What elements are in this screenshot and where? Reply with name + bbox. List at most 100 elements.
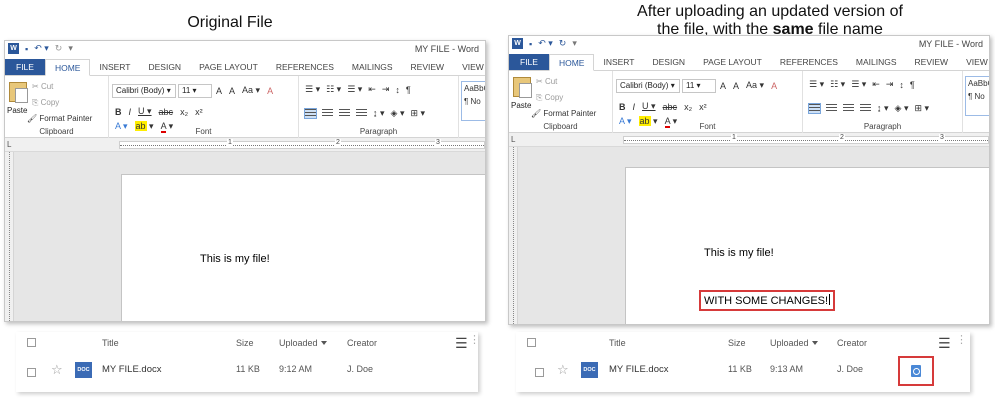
redo-icon[interactable]: ↻ (55, 43, 63, 54)
tab-references[interactable]: REFERENCES (267, 59, 343, 75)
shading-icon[interactable]: ◈ ▾ (895, 103, 909, 114)
clear-format-icon[interactable]: A (771, 81, 777, 91)
file-row[interactable]: ☆ DOC MY FILE.docx 11 KB 9:12 AM J. Doe (16, 360, 478, 384)
increase-indent-icon[interactable]: ⇥ (886, 79, 894, 90)
file-name-link[interactable]: MY FILE.docx (609, 364, 669, 375)
tab-file[interactable]: FILE (5, 59, 45, 75)
shrink-font-icon[interactable]: A (229, 86, 235, 96)
show-formatting-icon[interactable]: ¶ (406, 85, 411, 95)
tab-page-layout[interactable]: PAGE LAYOUT (190, 59, 267, 75)
tab-references[interactable]: REFERENCES (771, 54, 847, 70)
paste-button[interactable]: Paste (7, 106, 27, 115)
strikethrough-icon[interactable]: abc (159, 107, 174, 117)
align-center-icon[interactable] (322, 109, 333, 118)
select-all-checkbox[interactable] (527, 338, 536, 347)
new-version-icon[interactable] (911, 365, 921, 377)
align-right-icon[interactable] (339, 109, 350, 118)
shading-icon[interactable]: ◈ ▾ (391, 108, 405, 119)
list-view-menu-icon[interactable]: ☰ (938, 335, 951, 352)
document-text[interactable]: This is my file! (704, 247, 774, 259)
column-uploaded[interactable]: Uploaded (279, 338, 327, 348)
save-icon[interactable]: ▪ (529, 39, 532, 49)
document-page[interactable]: This is my file! (121, 174, 485, 321)
underline-icon[interactable]: U ▾ (642, 101, 656, 112)
tab-mailings[interactable]: MAILINGS (343, 59, 402, 75)
grow-font-icon[interactable]: A (720, 81, 726, 91)
font-name-select[interactable]: Calibri (Body) ▾ (112, 84, 176, 98)
numbering-icon[interactable]: ☷ ▾ (830, 79, 845, 90)
borders-icon[interactable]: ⊞ ▾ (410, 108, 425, 119)
line-spacing-icon[interactable]: ↨ ▾ (373, 108, 385, 119)
tab-design[interactable]: DESIGN (643, 54, 694, 70)
undo-icon[interactable]: ↶ ▾ (538, 38, 553, 49)
more-options-icon[interactable]: ⋮ (469, 335, 480, 346)
increase-indent-icon[interactable]: ⇥ (382, 84, 390, 95)
bullets-icon[interactable]: ☰ ▾ (809, 79, 824, 90)
paste-icon[interactable] (513, 77, 532, 98)
redo-icon[interactable]: ↻ (559, 38, 567, 49)
tab-view[interactable]: VIEW (453, 59, 485, 75)
multilevel-list-icon[interactable]: ☰ ▾ (347, 84, 362, 95)
style-gallery-normal[interactable]: AaBbC ¶ No (965, 76, 989, 116)
paste-icon[interactable] (9, 82, 28, 103)
align-center-icon[interactable] (826, 104, 837, 113)
paste-button[interactable]: Paste (511, 101, 531, 110)
justify-icon[interactable] (356, 109, 367, 118)
font-size-select[interactable]: 11 ▾ (178, 84, 212, 98)
bold-icon[interactable]: B (115, 107, 122, 117)
more-options-icon[interactable]: ⋮ (956, 335, 967, 346)
column-creator[interactable]: Creator (347, 338, 377, 348)
select-all-checkbox[interactable] (27, 338, 36, 347)
font-size-select[interactable]: 11 ▾ (682, 79, 716, 93)
document-page[interactable]: This is my file! WITH SOME CHANGES! (625, 167, 989, 324)
file-row[interactable]: ☆ DOC MY FILE.docx 11 KB 9:13 AM J. Doe (516, 356, 970, 386)
list-view-menu-icon[interactable]: ☰ (455, 335, 468, 352)
italic-icon[interactable]: I (129, 107, 132, 117)
column-title[interactable]: Title (609, 338, 626, 348)
show-formatting-icon[interactable]: ¶ (910, 80, 915, 90)
style-gallery-normal[interactable]: AaBbC ¶ No (461, 81, 485, 121)
align-right-icon[interactable] (843, 104, 854, 113)
grow-font-icon[interactable]: A (216, 86, 222, 96)
star-icon[interactable]: ☆ (557, 362, 569, 378)
tab-home[interactable]: HOME (548, 54, 595, 71)
decrease-indent-icon[interactable]: ⇤ (368, 84, 376, 95)
column-creator[interactable]: Creator (837, 338, 867, 348)
customize-qat-icon[interactable]: ▾ (572, 38, 577, 49)
tab-insert[interactable]: INSERT (90, 59, 139, 75)
document-text[interactable]: This is my file! (200, 253, 270, 265)
sort-icon[interactable]: ↕ (395, 85, 400, 95)
tab-file[interactable]: FILE (509, 54, 549, 70)
undo-icon[interactable]: ↶ ▾ (34, 43, 49, 54)
tab-selector-icon[interactable]: L (511, 135, 515, 144)
underline-icon[interactable]: U ▾ (138, 106, 152, 117)
change-case-icon[interactable]: Aa ▾ (746, 80, 764, 91)
format-painter-button[interactable]: 🖌 Format Painter (531, 109, 596, 118)
customize-qat-icon[interactable]: ▾ (68, 43, 73, 54)
row-checkbox[interactable] (535, 368, 544, 377)
tab-selector-icon[interactable]: L (7, 140, 11, 149)
clear-format-icon[interactable]: A (267, 86, 273, 96)
shrink-font-icon[interactable]: A (733, 81, 739, 91)
star-icon[interactable]: ☆ (51, 362, 63, 378)
file-name-link[interactable]: MY FILE.docx (102, 364, 162, 375)
numbering-icon[interactable]: ☷ ▾ (326, 84, 341, 95)
tab-home[interactable]: HOME (44, 59, 91, 76)
line-spacing-icon[interactable]: ↨ ▾ (877, 103, 889, 114)
multilevel-list-icon[interactable]: ☰ ▾ (851, 79, 866, 90)
cut-button[interactable]: ✂ Cut (536, 77, 557, 86)
tab-review[interactable]: REVIEW (906, 54, 958, 70)
tab-view[interactable]: VIEW (957, 54, 989, 70)
italic-icon[interactable]: I (633, 102, 636, 112)
document-changes-highlight[interactable]: WITH SOME CHANGES! (699, 290, 836, 311)
tab-review[interactable]: REVIEW (402, 59, 454, 75)
column-size[interactable]: Size (236, 338, 254, 348)
column-size[interactable]: Size (728, 338, 746, 348)
column-uploaded[interactable]: Uploaded (770, 338, 818, 348)
tab-mailings[interactable]: MAILINGS (847, 54, 906, 70)
column-title[interactable]: Title (102, 338, 119, 348)
bullets-icon[interactable]: ☰ ▾ (305, 84, 320, 95)
copy-button[interactable]: ⎘ Copy (32, 98, 59, 108)
justify-icon[interactable] (860, 104, 871, 113)
decrease-indent-icon[interactable]: ⇤ (872, 79, 880, 90)
